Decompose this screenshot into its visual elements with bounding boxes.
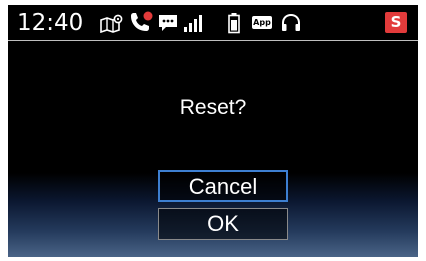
message-icon bbox=[159, 15, 177, 31]
map-icon bbox=[100, 14, 123, 33]
dialog-prompt: Reset? bbox=[179, 96, 247, 119]
signal-icon bbox=[184, 15, 202, 32]
missed-call-icon bbox=[131, 11, 153, 31]
status-divider bbox=[8, 40, 418, 41]
headset-icon bbox=[282, 13, 300, 31]
clock: 12:40 bbox=[17, 10, 84, 36]
cancel-button[interactable]: Cancel bbox=[158, 170, 288, 202]
device-screen: 12:40 App S Reset? Cancel OK bbox=[8, 5, 418, 257]
status-bar: 12:40 App S bbox=[8, 5, 418, 39]
app-icon: App bbox=[252, 16, 272, 29]
s-icon: S bbox=[385, 12, 407, 33]
ok-button[interactable]: OK bbox=[158, 208, 288, 240]
battery-icon bbox=[228, 13, 240, 34]
